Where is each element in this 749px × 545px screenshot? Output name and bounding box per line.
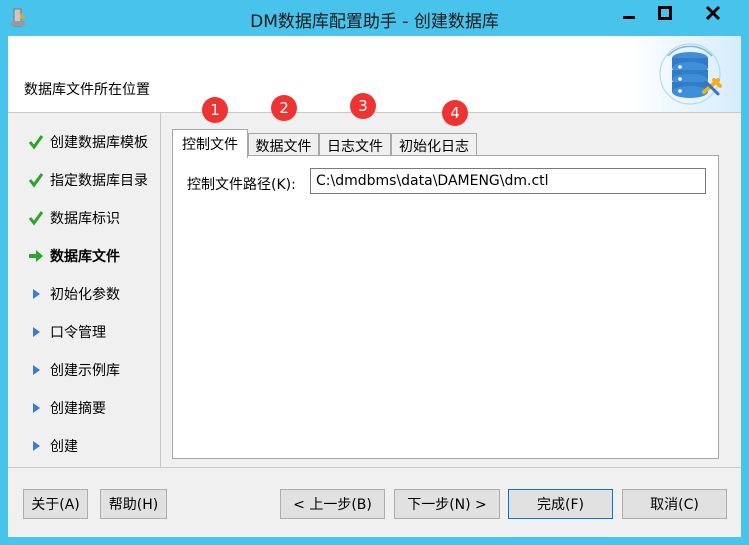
close-icon [705, 5, 721, 21]
tab-init-log[interactable]: 初始化日志 [391, 133, 477, 157]
minimize-icon [622, 6, 636, 20]
triangle-right-icon [28, 286, 44, 302]
step-db-identifier: 数据库标识 [8, 204, 160, 232]
step-label: 初始化参数 [50, 287, 120, 303]
step-label: 口令管理 [50, 325, 106, 341]
control-file-path-input[interactable] [310, 168, 706, 194]
step-label: 创建摘要 [50, 401, 106, 417]
tab-control-file[interactable]: 控制文件 [172, 129, 248, 158]
annotation-badge: 3 [350, 93, 376, 119]
step-db-files: 数据库文件 [8, 242, 160, 270]
step-create: 创建 [8, 432, 160, 460]
maximize-button[interactable] [648, 0, 682, 25]
triangle-right-icon [28, 362, 44, 378]
next-button[interactable]: 下一步(N) > [394, 489, 500, 519]
wizard-steps: 创建数据库模板 指定数据库目录 数据库标识 数据库文件 初始化参数 口令管理 创… [8, 113, 161, 467]
finish-button[interactable]: 完成(F) [508, 489, 613, 519]
close-button[interactable] [684, 0, 742, 25]
step-label: 指定数据库目录 [50, 173, 148, 189]
step-sample-db: 创建示例库 [8, 356, 160, 384]
footer-divider [8, 467, 741, 468]
maximize-icon [658, 5, 672, 20]
control-file-panel: 控制文件路径(K): [172, 155, 719, 459]
step-create-template: 创建数据库模板 [8, 128, 160, 156]
step-label: 数据库标识 [50, 211, 120, 227]
cancel-button[interactable]: 取消(C) [622, 489, 727, 519]
prev-button[interactable]: < 上一步(B) [280, 489, 385, 519]
triangle-right-icon [28, 400, 44, 416]
database-config-icon [628, 36, 741, 112]
tab-data-files[interactable]: 数据文件 [248, 133, 319, 157]
step-label: 数据库文件 [50, 249, 120, 265]
triangle-right-icon [28, 438, 44, 454]
annotation-badge: 4 [442, 100, 468, 126]
page-title: 数据库文件所在位置 [24, 82, 150, 98]
step-summary: 创建摘要 [8, 394, 160, 422]
tab-log-files[interactable]: 日志文件 [319, 133, 391, 157]
check-icon [28, 172, 44, 188]
step-label: 创建数据库模板 [50, 135, 148, 151]
help-button[interactable]: 帮助(H) [100, 489, 167, 519]
step-label: 创建示例库 [50, 363, 120, 379]
annotation-badge: 2 [271, 95, 297, 121]
step-password: 口令管理 [8, 318, 160, 346]
step-db-directory: 指定数据库目录 [8, 166, 160, 194]
step-init-params: 初始化参数 [8, 280, 160, 308]
about-button[interactable]: 关于(A) [23, 489, 88, 519]
title-bar: DM数据库配置助手 - 创建数据库 [0, 0, 749, 36]
check-icon [28, 210, 44, 226]
check-icon [28, 134, 44, 150]
control-file-path-label: 控制文件路径(K): [187, 177, 296, 193]
minimize-button[interactable] [612, 0, 646, 25]
annotation-badge: 1 [202, 97, 228, 123]
triangle-right-icon [28, 324, 44, 340]
arrow-right-icon [28, 248, 44, 264]
step-label: 创建 [50, 439, 78, 455]
wizard-frame: 数据库文件所在位置 创建数据库模板 指定数据库目录 数据库标识 数据库文件 初始… [8, 36, 741, 537]
